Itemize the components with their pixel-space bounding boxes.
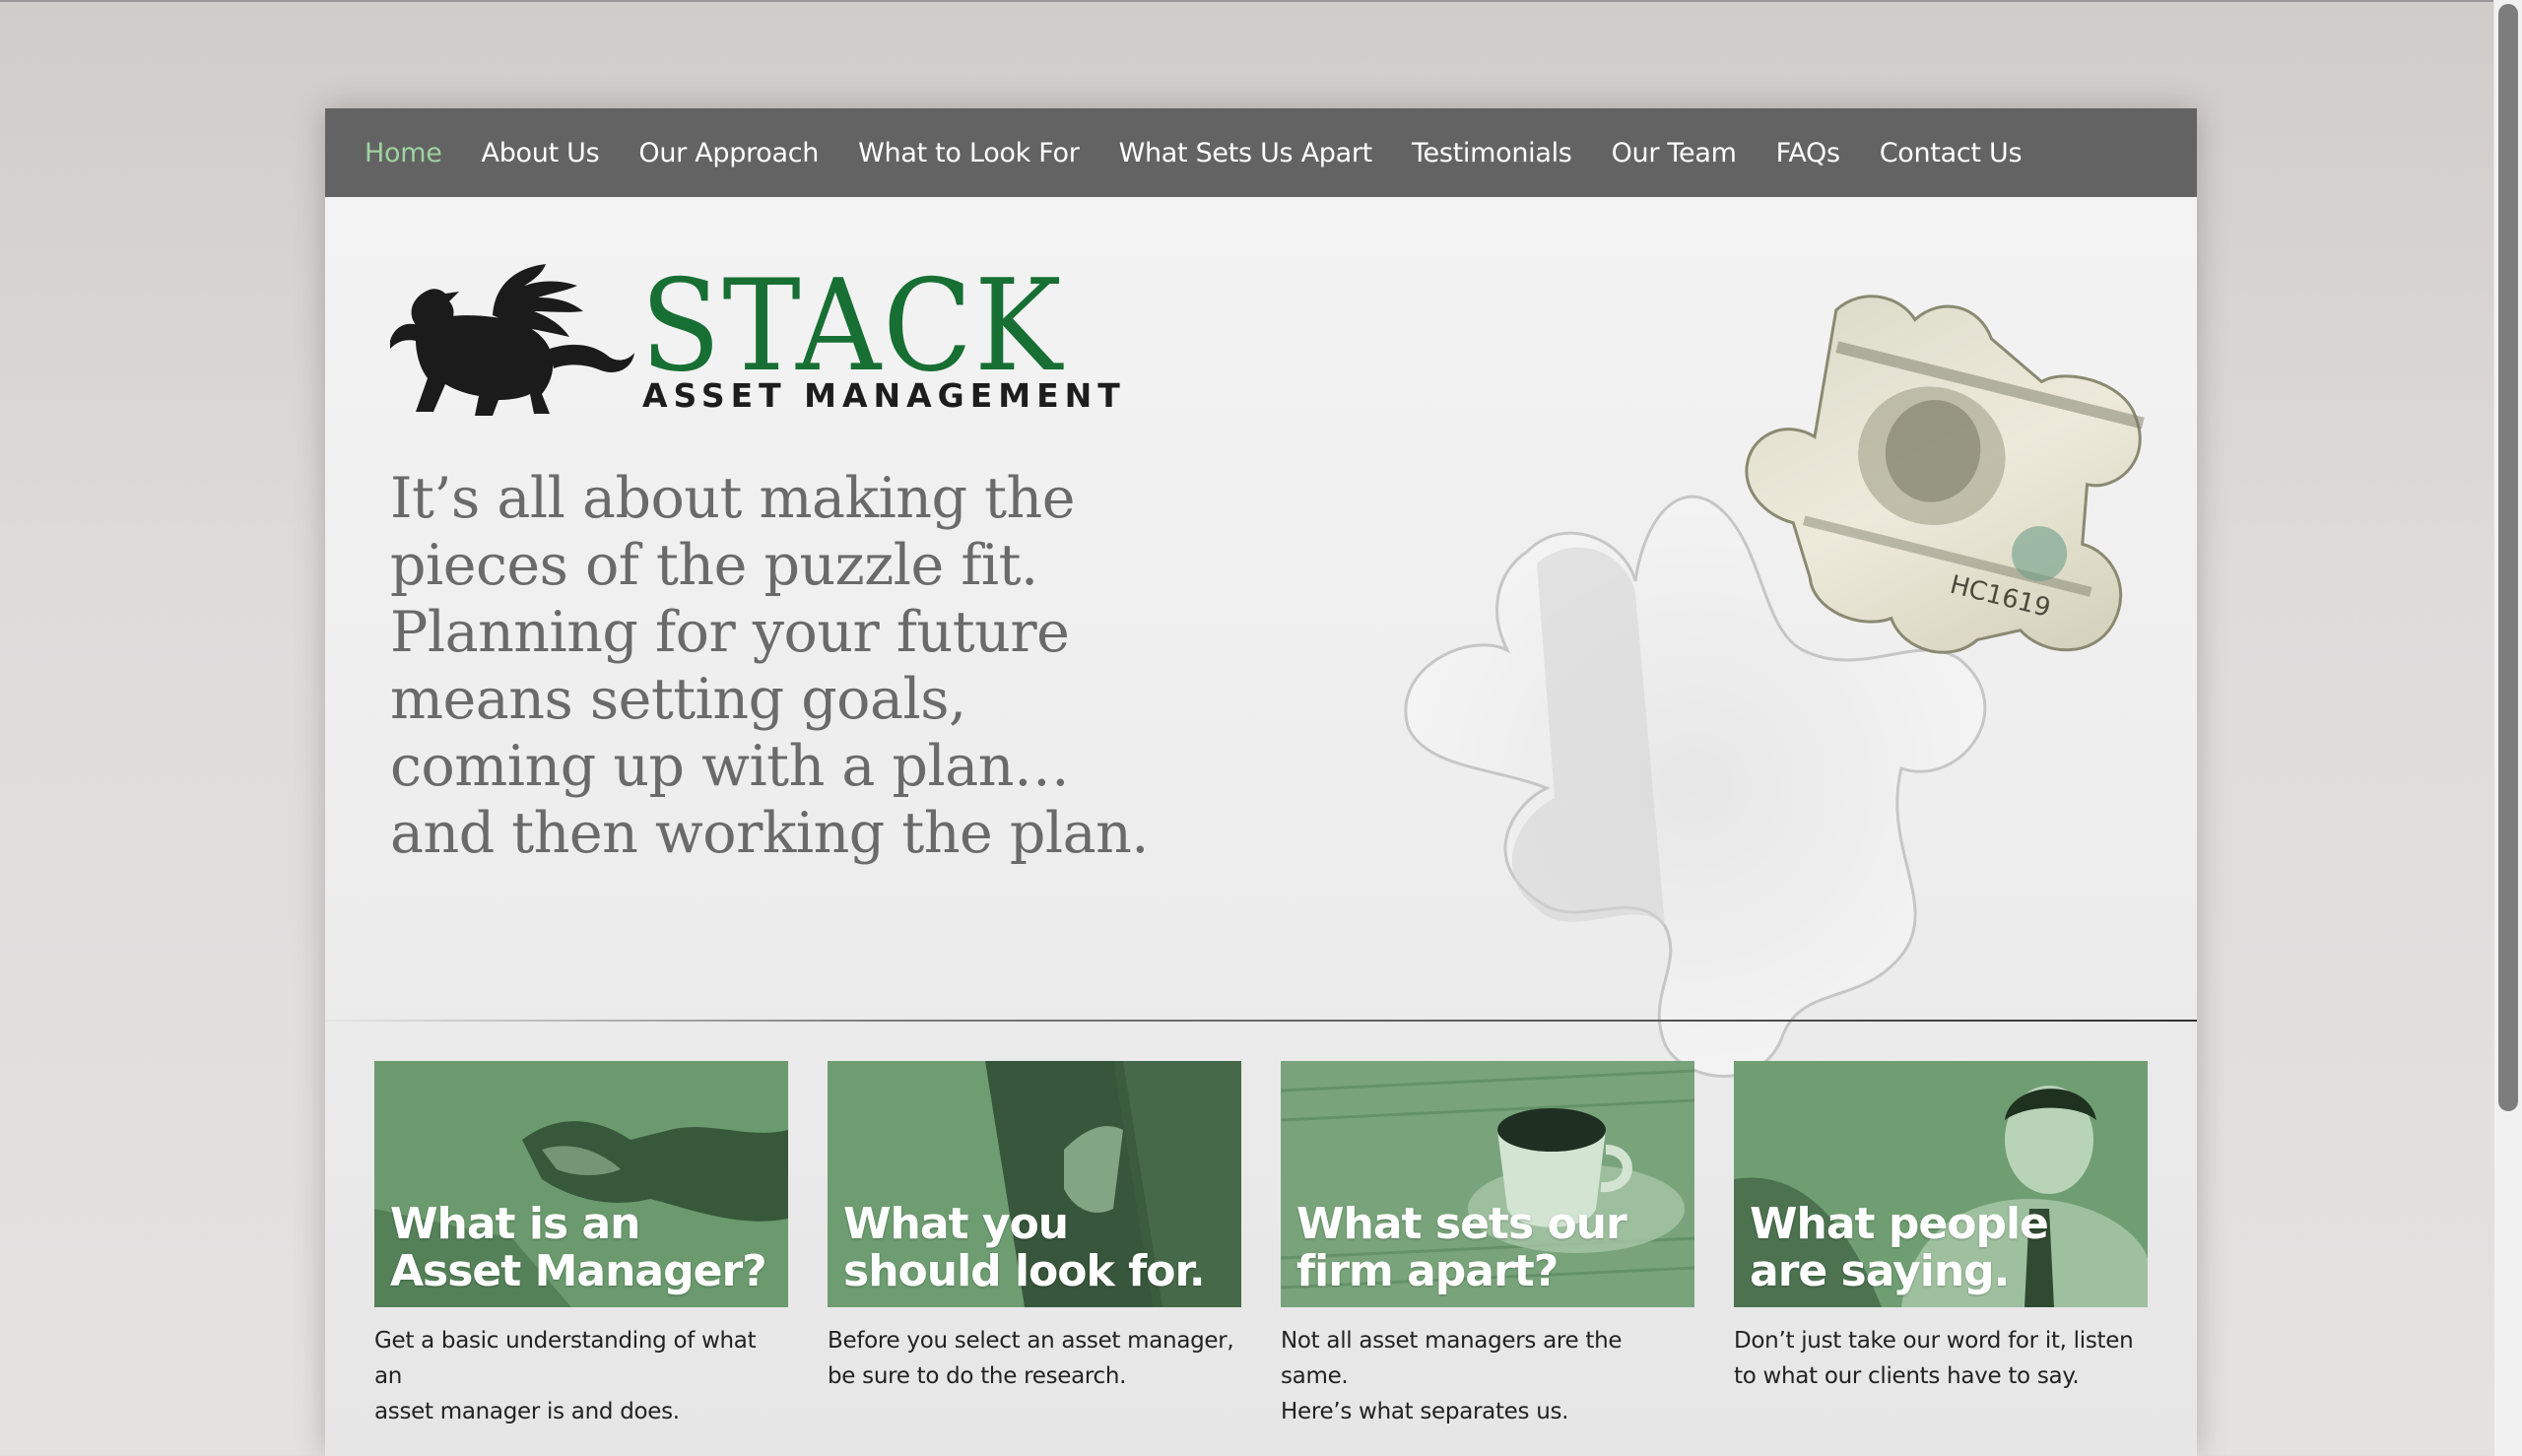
headline-line: Planning for your future (390, 600, 1070, 665)
card-description: Don’t just take our word for it, listen … (1734, 1323, 2148, 1394)
card-title-line: Asset Manager? (390, 1246, 767, 1296)
nav-home[interactable]: Home (365, 138, 442, 168)
card-text-line: Don’t just take our word for it, listen (1734, 1328, 2134, 1354)
section-divider (325, 1020, 2197, 1022)
card-title-line: What you (843, 1199, 1069, 1249)
card-title-line: are saying. (1750, 1246, 2010, 1296)
headline-line: coming up with a plan… (390, 734, 1070, 799)
card-text-line: Here’s what separates us. (1281, 1399, 1569, 1424)
logo-subtitle: ASSET MANAGEMENT (642, 376, 1126, 415)
card-title: What sets our firm apart? (1296, 1199, 1627, 1296)
logo-wordmark: STACK (640, 253, 1064, 400)
page-container: Home About Us Our Approach What to Look … (325, 108, 2197, 1456)
nav-our-team[interactable]: Our Team (1612, 138, 1737, 168)
card-image-outstretched-hand[interactable]: What you should look for. (828, 1061, 1241, 1307)
nav-about-us[interactable]: About Us (482, 138, 600, 168)
card-firm-apart[interactable]: What sets our firm apart? Not all asset … (1281, 1061, 1694, 1429)
headline-line: pieces of the puzzle fit. (390, 533, 1038, 598)
card-title: What is an Asset Manager? (390, 1199, 767, 1296)
nav-faqs[interactable]: FAQs (1776, 138, 1840, 168)
card-image-handshake[interactable]: What is an Asset Manager? (374, 1061, 788, 1307)
headline-line: means setting goals, (390, 667, 966, 732)
main-navigation: Home About Us Our Approach What to Look … (325, 108, 2197, 197)
card-title-line: firm apart? (1296, 1246, 1559, 1296)
card-title-line: What is an (390, 1199, 641, 1249)
card-look-for[interactable]: What you should look for. Before you sel… (828, 1061, 1241, 1394)
card-image-coffee-newspaper[interactable]: What sets our firm apart? (1281, 1061, 1694, 1307)
nav-contact-us[interactable]: Contact Us (1880, 138, 2023, 168)
card-asset-manager[interactable]: What is an Asset Manager? Get a basic un… (374, 1061, 788, 1429)
card-people-saying[interactable]: What people are saying. Don’t just take … (1734, 1061, 2148, 1394)
window-top-border (0, 0, 2522, 2)
nav-our-approach[interactable]: Our Approach (638, 138, 819, 168)
card-text-line: Before you select an asset manager, (828, 1328, 1234, 1354)
hero-headline: It’s all about making the pieces of the … (390, 465, 1277, 867)
card-title-line: What sets our (1296, 1199, 1627, 1249)
nav-testimonials[interactable]: Testimonials (1412, 138, 1572, 168)
card-title-line: What people (1750, 1199, 2049, 1249)
card-title: What people are saying. (1750, 1199, 2049, 1296)
card-text-line: Get a basic understanding of what an (374, 1328, 757, 1389)
card-text-line: asset manager is and does. (374, 1399, 680, 1424)
card-description: Before you select an asset manager, be s… (828, 1323, 1241, 1394)
nav-what-sets-us-apart[interactable]: What Sets Us Apart (1119, 138, 1373, 168)
headline-line: and then working the plan. (390, 801, 1149, 866)
site-logo[interactable]: STACK ASSET MANAGEMENT (376, 246, 1135, 419)
nav-what-to-look-for[interactable]: What to Look For (858, 138, 1080, 168)
card-description: Get a basic understanding of what an ass… (374, 1323, 788, 1429)
puzzle-money-image: HC1619 (1404, 295, 2145, 1078)
headline-line: It’s all about making the (390, 466, 1075, 531)
card-text-line: Not all asset managers are the same. (1281, 1328, 1623, 1389)
griffin-icon (390, 264, 634, 416)
scrollbar-thumb[interactable] (2498, 4, 2518, 1111)
card-title-line: should look for. (843, 1246, 1206, 1296)
card-image-smiling-man[interactable]: What people are saying. (1734, 1061, 2148, 1307)
card-text-line: be sure to do the research. (828, 1363, 1127, 1389)
card-text-line: to what our clients have to say. (1734, 1363, 2080, 1389)
card-description: Not all asset managers are the same. Her… (1281, 1323, 1694, 1429)
card-title: What you should look for. (843, 1199, 1206, 1296)
